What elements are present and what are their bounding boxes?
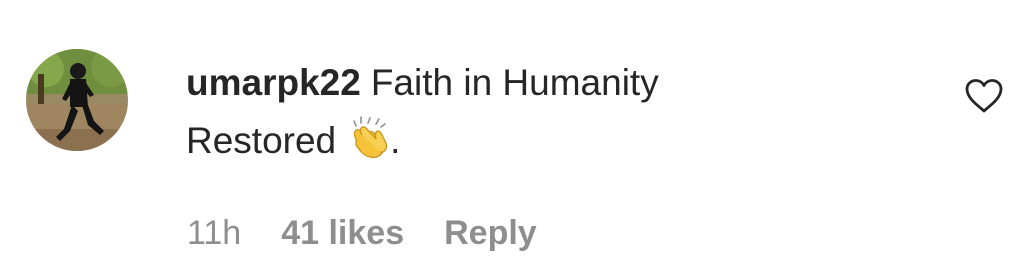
comment-item: umarpk22 Faith in Humanity Restored . 11… bbox=[0, 0, 1024, 270]
comment-likes-count[interactable]: 41 likes bbox=[281, 212, 404, 254]
comment-text: umarpk22 Faith in Humanity Restored . bbox=[186, 54, 886, 170]
comment-text-line1: Faith in Humanity bbox=[370, 62, 659, 103]
heart-outline-icon[interactable] bbox=[964, 78, 1004, 114]
comment-username[interactable]: umarpk22 bbox=[186, 62, 361, 103]
comment-text-line2: Restored bbox=[186, 120, 337, 161]
avatar-photo bbox=[26, 49, 128, 151]
avatar[interactable] bbox=[26, 49, 128, 151]
reply-button[interactable]: Reply bbox=[444, 212, 537, 254]
clapping-hands-emoji bbox=[346, 115, 390, 159]
comment-timestamp: 11h bbox=[187, 214, 242, 252]
comment-meta: 11h 41 likes Reply bbox=[187, 212, 537, 254]
comment-text-period: . bbox=[390, 120, 401, 161]
